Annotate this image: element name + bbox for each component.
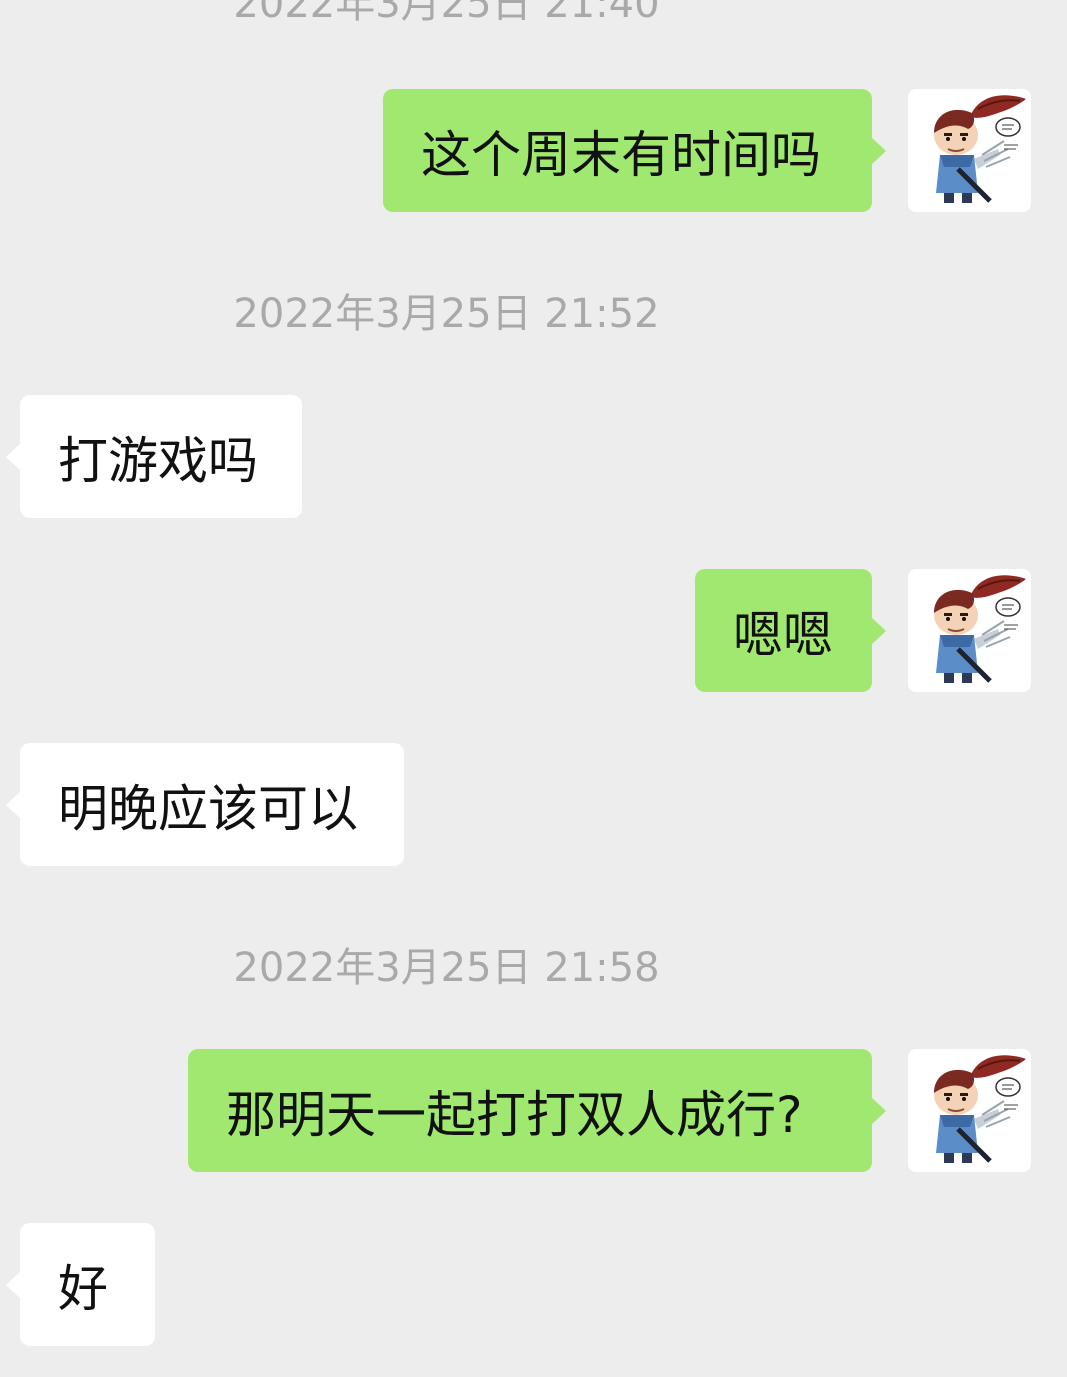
incoming-message-bubble[interactable]: 打游戏吗 [6,395,302,518]
timestamp: 2022年3月25日 21:40 [233,0,660,27]
timestamp: 2022年3月25日 21:58 [233,945,660,991]
message-text: 打游戏吗 [58,431,258,490]
avatar[interactable] [908,1049,1031,1172]
outgoing-message-bubble[interactable]: 嗯嗯 [695,569,886,692]
message-text: 明晚应该可以 [58,779,358,838]
outgoing-message-bubble[interactable]: 那明天一起打打双人成行? [188,1049,886,1172]
incoming-message-bubble[interactable]: 明晚应该可以 [6,743,404,866]
cartoon-swordsman-avatar-icon [934,1055,1026,1163]
message-text: 那明天一起打打双人成行? [226,1085,803,1144]
cartoon-swordsman-avatar-icon [934,95,1026,203]
message-text: 这个周末有时间吗 [421,125,821,184]
avatar[interactable] [908,569,1031,692]
outgoing-message-bubble[interactable]: 这个周末有时间吗 [383,89,886,212]
message-text: 好 [58,1259,108,1318]
message-text: 嗯嗯 [733,605,833,664]
cartoon-swordsman-avatar-icon [934,575,1026,683]
timestamp: 2022年3月25日 21:52 [233,291,660,337]
avatar[interactable] [908,89,1031,212]
incoming-message-bubble[interactable]: 好 [6,1223,155,1346]
